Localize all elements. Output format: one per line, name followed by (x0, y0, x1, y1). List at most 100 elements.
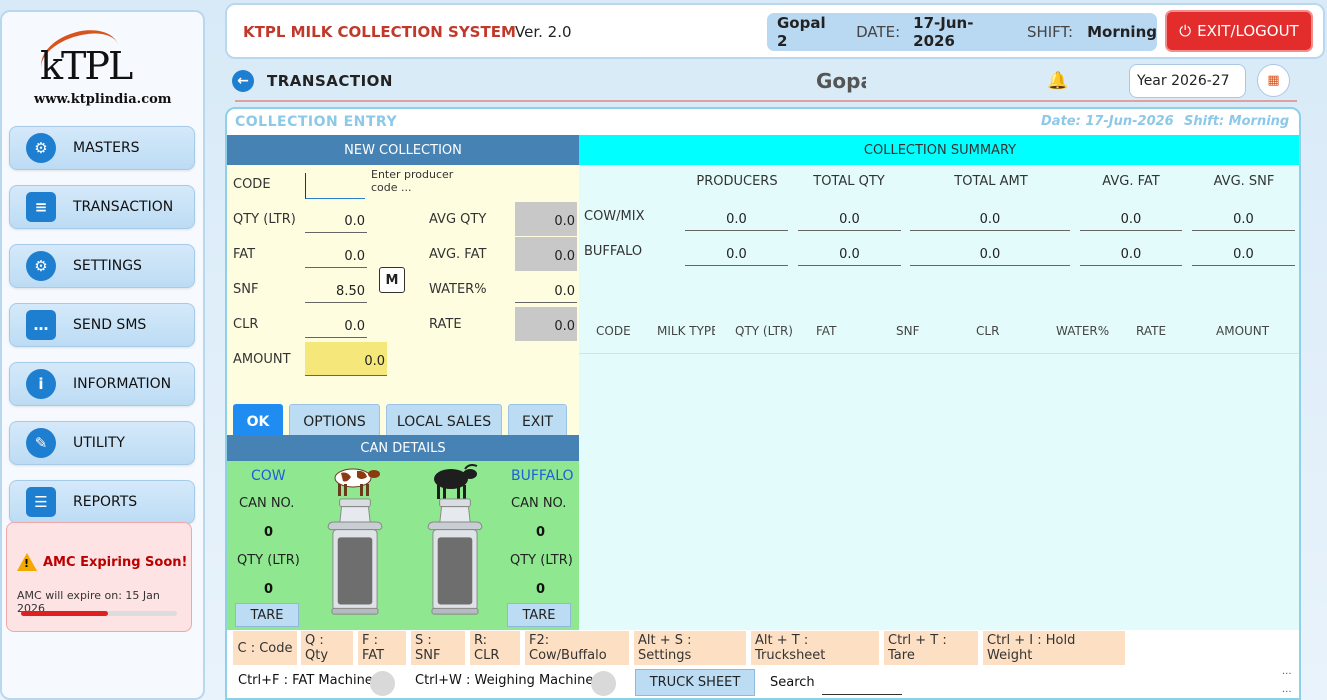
avg-qty-field: 0.0 (515, 202, 577, 236)
shortcut-settings: Alt + S : Settings (634, 631, 746, 665)
ktpl-logo: kTPL www.ktplindia.com (32, 20, 182, 116)
options-button[interactable]: OPTIONS (289, 404, 380, 439)
th-milk-type: MILK TYPE (657, 324, 715, 338)
th-clr: CLR (976, 324, 1000, 338)
rate-field: 0.0 (515, 307, 577, 341)
buffalo-avg-snf: 0.0 (1192, 240, 1295, 266)
sidebar-item-reports[interactable]: ☰ REPORTS (9, 480, 195, 524)
ellipsis-marker: ... (1282, 666, 1292, 677)
exit-logout-button[interactable]: ⏻ EXIT/LOGOUT (1165, 10, 1313, 52)
top-bar: KTPL MILK COLLECTION SYSTEM Ver. 2.0 Gop… (225, 3, 1325, 59)
buffalo-tare-button[interactable]: TARE (507, 603, 571, 627)
center-name: Gopal (816, 69, 866, 93)
table-header-divider (579, 353, 1299, 354)
sms-icon: … (26, 310, 56, 340)
truck-sheet-button[interactable]: TRUCK SHEET (635, 669, 755, 696)
fat-field[interactable]: 0.0 (305, 242, 367, 268)
cow-milk-can-icon (327, 498, 383, 615)
shortcut-qty: Q : Qty (301, 631, 353, 665)
col-avg-snf: AVG. SNF (1213, 174, 1275, 189)
ok-button[interactable]: OK (233, 404, 283, 439)
sidebar-item-settings[interactable]: ⚙ SETTINGS (9, 244, 195, 288)
financial-year-select[interactable]: Year 2026-27 (1129, 64, 1246, 98)
shortcut-code: C : Code (233, 631, 297, 665)
shortcut-cow-buffalo: F2: Cow/Buffalo (525, 631, 629, 665)
rate-label: RATE (429, 317, 462, 332)
search-label: Search (770, 675, 815, 690)
shortcut-snf: S : SNF (411, 631, 465, 665)
session-info: Gopal 2 DATE: 17-Jun-2026 SHIFT: Morning (767, 13, 1157, 51)
warning-icon: ! (17, 553, 37, 571)
buffalo-label: BUFFALO (511, 468, 574, 484)
sidebar-item-label: SETTINGS (73, 258, 142, 274)
snf-field[interactable]: 8.50 (305, 277, 367, 303)
collection-entry-shift: Shift: Morning (1184, 114, 1290, 129)
fat-machine-status-dot (370, 671, 395, 696)
buffalo-milk-can-icon (427, 498, 483, 615)
collection-entry-panel: COLLECTION ENTRY Date: 17-Jun-2026 Shift… (225, 107, 1301, 700)
row-cow-mix-label: COW/MIX (584, 209, 645, 224)
water-field[interactable]: 0.0 (515, 277, 577, 303)
clr-field[interactable]: 0.0 (305, 312, 367, 338)
logo-url: www.ktplindia.com (34, 92, 172, 107)
back-arrow-icon[interactable]: ← (232, 70, 254, 92)
calendar-icon[interactable]: ▦ (1257, 64, 1290, 97)
wrench-icon: ✎ (26, 428, 56, 458)
cow-total-amt: 0.0 (910, 205, 1070, 231)
cow-tare-button[interactable]: TARE (235, 603, 299, 627)
info-icon: i (26, 369, 56, 399)
fat-label: FAT (233, 247, 256, 262)
shift-label: SHIFT: (1026, 23, 1074, 41)
amc-progress-bar (21, 611, 177, 616)
water-label: WATER% (429, 282, 487, 297)
shortcut-clr: R: CLR (470, 631, 520, 665)
sidebar-item-utility[interactable]: ✎ UTILITY (9, 421, 195, 465)
weighing-machine-status-dot (591, 671, 616, 696)
settings-icon: ⚙ (26, 251, 56, 281)
qty-field[interactable]: 0.0 (305, 207, 367, 233)
col-total-amt: TOTAL AMT (954, 174, 1028, 189)
gear-icon: ⚙ (26, 133, 56, 163)
sidebar-item-information[interactable]: i INFORMATION (9, 362, 195, 406)
exit-button[interactable]: EXIT (508, 404, 567, 439)
cow-producers: 0.0 (685, 205, 788, 231)
shortcut-tare: Ctrl + T : Tare (884, 631, 978, 665)
sidebar-item-transaction[interactable]: ≡ TRANSACTION (9, 185, 195, 229)
amount-label: AMOUNT (233, 352, 291, 367)
app-title: KTPL MILK COLLECTION SYSTEM (243, 23, 516, 41)
buffalo-avg-fat: 0.0 (1080, 240, 1182, 266)
collection-entry-date: Date: 17-Jun-2026 (1041, 114, 1174, 129)
code-label: CODE (233, 177, 271, 192)
qty-label: QTY (LTR) (233, 212, 296, 227)
transaction-icon: ≡ (26, 192, 56, 222)
th-fat: FAT (816, 324, 837, 338)
buffalo-can-no-label: CAN NO. (511, 496, 567, 511)
manual-fat-button[interactable]: M (379, 267, 405, 293)
bell-icon[interactable]: 🔔 (1047, 71, 1068, 91)
sidebar-item-send-sms[interactable]: … SEND SMS (9, 303, 195, 347)
cow-avg-fat: 0.0 (1080, 205, 1182, 231)
clr-label: CLR (233, 317, 259, 332)
local-sales-button[interactable]: LOCAL SALES (386, 404, 502, 439)
code-input[interactable] (305, 173, 365, 199)
amc-progress-fill (21, 611, 109, 616)
can-details-section: CAN DETAILS COW CAN NO. 0 QTY (LTR) 0 TA… (227, 435, 579, 630)
avg-fat-field: 0.0 (515, 237, 577, 271)
collection-summary-header: COLLECTION SUMMARY (579, 135, 1299, 165)
cow-total-qty: 0.0 (798, 205, 901, 231)
shortcut-fat: F : FAT (358, 631, 406, 665)
collection-summary-section: COLLECTION SUMMARY PRODUCERS TOTAL QTY T… (579, 135, 1299, 630)
sidebar-item-masters[interactable]: ⚙ MASTERS (9, 126, 195, 170)
logo-text: kTPL (40, 44, 133, 88)
buffalo-total-qty: 0.0 (798, 240, 901, 266)
search-input[interactable] (822, 673, 902, 695)
code-hint: Enter producer code ... (371, 168, 454, 194)
cow-qty: 0 (264, 582, 274, 597)
shortcut-hold-weight: Ctrl + I : Hold Weight (983, 631, 1125, 665)
buffalo-total-amt: 0.0 (910, 240, 1070, 266)
amc-title-text: AMC Expiring Soon! (43, 554, 188, 570)
sidebar-item-label: REPORTS (73, 494, 138, 510)
th-water: WATER% (1056, 324, 1110, 338)
cow-qty-label: QTY (LTR) (237, 553, 300, 568)
new-collection-header: NEW COLLECTION (227, 135, 579, 165)
